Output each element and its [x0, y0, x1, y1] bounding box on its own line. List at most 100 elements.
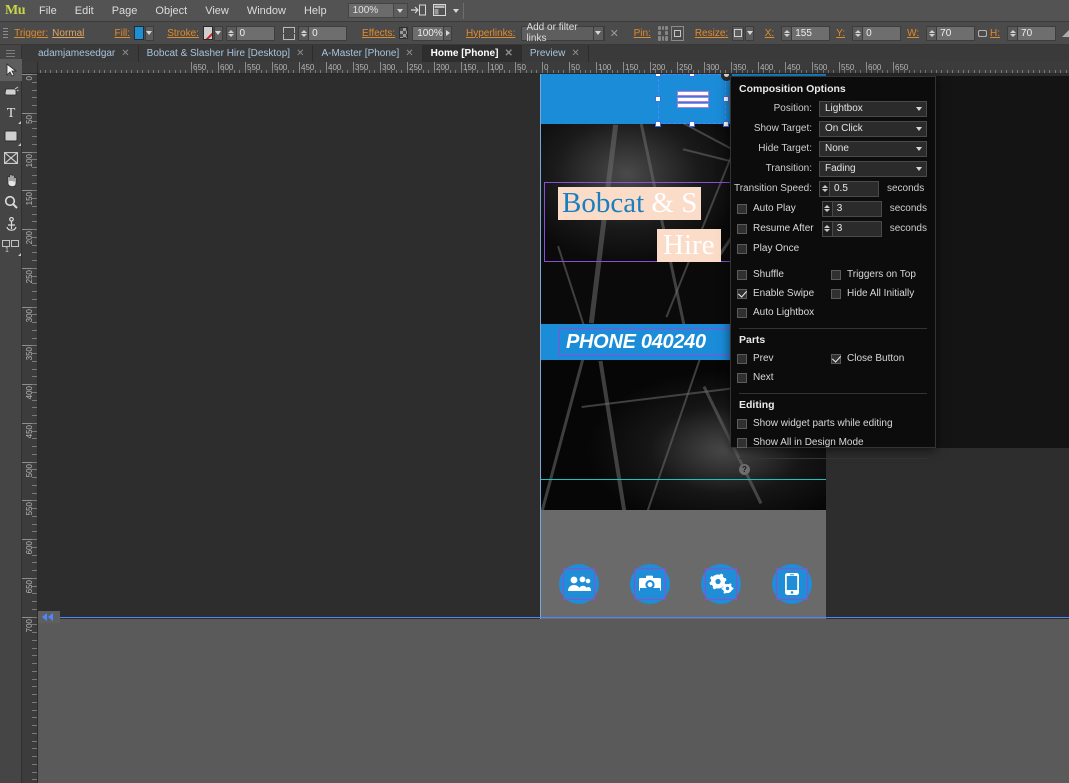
- close-icon[interactable]: ✕: [504, 48, 512, 59]
- horizontal-guide[interactable]: [541, 479, 826, 480]
- play-once-row[interactable]: Play Once: [731, 239, 935, 258]
- resume-after-value[interactable]: 3: [831, 220, 882, 237]
- auto-play-checkbox[interactable]: [737, 203, 747, 214]
- control-bar-grip[interactable]: [0, 22, 8, 45]
- y-value[interactable]: 0: [863, 25, 902, 41]
- x-value[interactable]: 155: [792, 25, 831, 41]
- close-icon[interactable]: ✕: [405, 48, 413, 59]
- ruler-origin[interactable]: [22, 62, 38, 74]
- resize-mode-icon[interactable]: [732, 25, 745, 41]
- menu-page[interactable]: Page: [103, 0, 147, 22]
- close-icon[interactable]: ✕: [121, 48, 129, 59]
- hand-tool[interactable]: [0, 169, 22, 191]
- crop-tool[interactable]: [0, 81, 22, 103]
- constrain-proportions-icon[interactable]: [978, 26, 988, 40]
- hyperlinks-clear-icon[interactable]: ✕: [610, 27, 619, 40]
- widget-tool[interactable]: 1: [0, 235, 22, 257]
- selection-tool[interactable]: [0, 59, 22, 81]
- play-once-label: Play Once: [753, 243, 800, 254]
- menu-help[interactable]: Help: [295, 0, 336, 22]
- play-once-checkbox[interactable]: [737, 243, 747, 254]
- w-value[interactable]: 70: [937, 25, 976, 41]
- anchor-tool[interactable]: [0, 213, 22, 235]
- pin-grid-icon[interactable]: [657, 25, 668, 41]
- resize-handle-n[interactable]: [689, 74, 695, 77]
- menu-window[interactable]: Window: [238, 0, 295, 22]
- stroke-width-stepper[interactable]: 0: [225, 25, 275, 41]
- close-icon[interactable]: ✕: [296, 48, 304, 59]
- resize-handle-se[interactable]: [723, 121, 729, 127]
- trigger-value[interactable]: Normal: [52, 28, 84, 39]
- h-stepper[interactable]: 70: [1007, 25, 1057, 41]
- auto-play-value[interactable]: 3: [831, 200, 882, 217]
- resize-handle-nw[interactable]: [655, 74, 661, 77]
- opacity-slider-icon[interactable]: [443, 25, 453, 41]
- stroke-width-value[interactable]: 0: [236, 25, 275, 41]
- fill-color-swatch[interactable]: [134, 26, 145, 40]
- corner-radius-stepper[interactable]: 0: [298, 25, 348, 41]
- chevron-down-icon[interactable]: [392, 4, 407, 17]
- close-icon[interactable]: ✕: [571, 48, 579, 59]
- h-value[interactable]: 70: [1018, 25, 1057, 41]
- opacity-value[interactable]: 100%: [412, 25, 444, 41]
- menu-view[interactable]: View: [196, 0, 238, 22]
- x-stepper[interactable]: 155: [781, 25, 831, 41]
- tab-home-phone[interactable]: Home [Phone] ✕: [422, 45, 522, 62]
- shuffle-checkbox[interactable]: [737, 269, 747, 280]
- transition-speed-value[interactable]: 0.5: [829, 180, 879, 197]
- rectangle-tool[interactable]: [0, 125, 22, 147]
- page-bottom-guide-handle[interactable]: [38, 611, 60, 623]
- menu-edit[interactable]: Edit: [66, 0, 103, 22]
- stroke-color-swatch[interactable]: [202, 26, 214, 40]
- browser-fill-icon[interactable]: [430, 0, 452, 22]
- pin-preview-icon[interactable]: [670, 25, 684, 41]
- position-select[interactable]: Lightbox: [819, 100, 927, 117]
- show-widget-parts-checkbox[interactable]: [737, 418, 747, 429]
- y-stepper[interactable]: 0: [852, 25, 902, 41]
- resume-after-checkbox[interactable]: [737, 223, 747, 234]
- image-frame-tool[interactable]: [0, 147, 22, 169]
- resize-handle-sw[interactable]: [655, 121, 661, 127]
- resume-after-stepper[interactable]: 3: [821, 220, 882, 237]
- menu-file[interactable]: File: [30, 0, 66, 22]
- stroke-chevron-down-icon[interactable]: [214, 25, 223, 41]
- control-bar-overflow-icon[interactable]: [1062, 29, 1069, 37]
- effects-icon[interactable]: [399, 27, 409, 39]
- help-icon[interactable]: ?: [739, 464, 750, 475]
- preview-page-icon[interactable]: [408, 0, 430, 22]
- hyperlinks-chevron-down-icon[interactable]: [592, 25, 604, 41]
- menu-object[interactable]: Object: [146, 0, 196, 22]
- zoom-tool[interactable]: [0, 191, 22, 213]
- selection-bounding-box[interactable]: [655, 74, 729, 127]
- position-label: Position:: [773, 103, 812, 114]
- auto-play-stepper[interactable]: 3: [821, 200, 882, 217]
- transition-speed-stepper[interactable]: 0.5: [819, 180, 879, 197]
- show-all-design-mode-checkbox[interactable]: [737, 437, 747, 448]
- horizontal-ruler[interactable]: 650 600 550 500 450 400 350 300 250 200 150 100 50 0 5…: [38, 62, 1069, 74]
- prev-checkbox[interactable]: [737, 353, 747, 364]
- tab-a-master-phone[interactable]: A-Master [Phone] ✕: [313, 45, 423, 62]
- fill-chevron-down-icon[interactable]: [145, 25, 154, 41]
- w-stepper[interactable]: 70: [926, 25, 976, 41]
- zoom-level-combo[interactable]: 100%: [347, 3, 408, 18]
- vertical-ruler[interactable]: 0 50 100 150 200 250 300 350 400 450 500 550 600 650 7…: [22, 74, 38, 783]
- show-target-select[interactable]: On Click: [819, 120, 927, 137]
- hide-target-select[interactable]: None: [819, 140, 927, 157]
- resize-chevron-down-icon[interactable]: [745, 25, 754, 41]
- transition-select[interactable]: Fading: [819, 160, 927, 177]
- resize-handle-s[interactable]: [689, 121, 695, 127]
- toolbox-grip[interactable]: [0, 47, 21, 59]
- corner-radius-value[interactable]: 0: [309, 25, 348, 41]
- hyperlinks-combo[interactable]: Add or filter links: [521, 22, 605, 44]
- next-checkbox[interactable]: [737, 372, 747, 383]
- auto-lightbox-checkbox[interactable]: [737, 307, 747, 318]
- tab-preview[interactable]: Preview ✕: [521, 45, 589, 62]
- close-button-checkbox[interactable]: [831, 353, 841, 364]
- tab-bobcat-slasher-hire-desktop[interactable]: Bobcat & Slasher Hire [Desktop] ✕: [138, 45, 314, 62]
- resize-handle-w[interactable]: [655, 96, 661, 102]
- triggers-on-top-checkbox[interactable]: [831, 269, 841, 280]
- text-tool[interactable]: T: [0, 103, 22, 125]
- hide-all-initially-checkbox[interactable]: [831, 288, 841, 299]
- tab-adamjamesedgar[interactable]: adamjamesedgar ✕: [30, 45, 139, 62]
- enable-swipe-checkbox[interactable]: [737, 288, 747, 299]
